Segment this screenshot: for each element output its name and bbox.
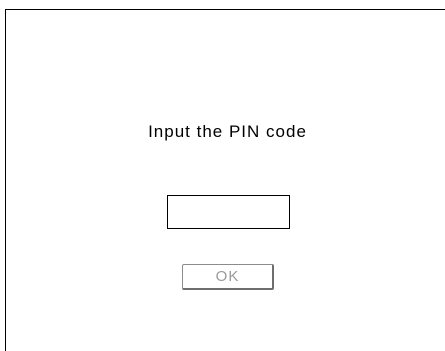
pin-input[interactable]: [167, 195, 290, 229]
dialog-frame: [5, 9, 445, 351]
pin-prompt-label: Input the PIN code: [148, 122, 307, 141]
pin-dialog-screen: Input the PIN code OK: [0, 0, 445, 351]
ok-button[interactable]: OK: [182, 264, 274, 290]
